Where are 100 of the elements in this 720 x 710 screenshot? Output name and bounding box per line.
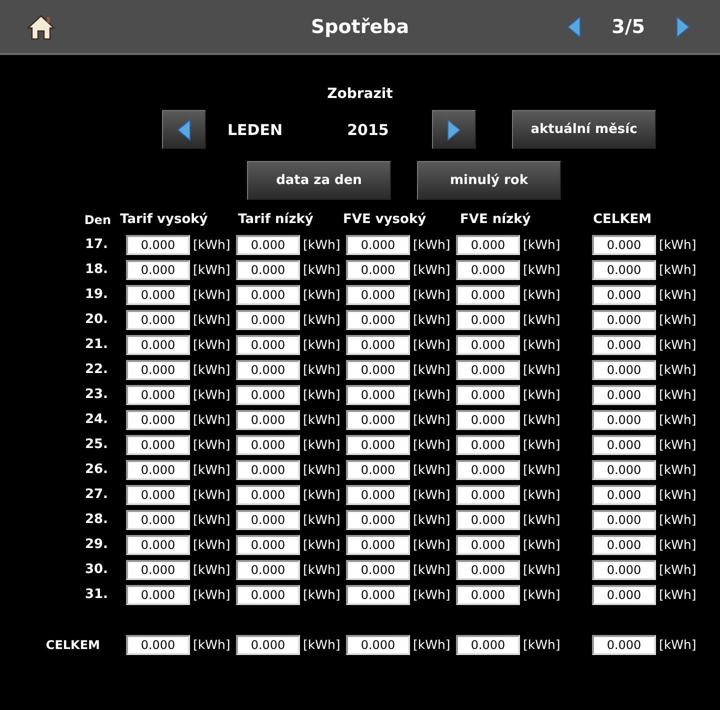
input-field[interactable]: 0.000 (456, 260, 520, 280)
input-field[interactable]: 0.000 (456, 284, 520, 304)
input-field[interactable]: 0.000 (456, 384, 520, 404)
input-field[interactable]: 0.000 (592, 234, 656, 254)
unit-label: [kWh] (658, 387, 698, 402)
last-year-button[interactable]: minulý rok (417, 161, 561, 200)
current-month-button[interactable]: aktuální měsíc (512, 110, 656, 149)
input-field[interactable]: 0.000 (236, 310, 300, 330)
input-field[interactable]: 0.000 (346, 260, 410, 280)
input-field[interactable]: 0.000 (346, 310, 410, 330)
input-field[interactable]: 0.000 (456, 310, 520, 330)
input-field[interactable]: 0.000 (592, 584, 656, 604)
input-field[interactable]: 0.000 (346, 484, 410, 504)
input-field[interactable]: 0.000 (126, 334, 190, 354)
input-field[interactable]: 0.000 (236, 510, 300, 530)
input-field[interactable]: 0.000 (592, 310, 656, 330)
input-field[interactable]: 0.000 (456, 534, 520, 554)
input-field[interactable]: 0.000 (236, 410, 300, 430)
unit-label: [kWh] (658, 262, 698, 277)
input-field[interactable]: 0.000 (346, 234, 410, 254)
input-field[interactable]: 0.000 (126, 484, 190, 504)
input-field[interactable]: 0.000 (456, 360, 520, 380)
input-field[interactable]: 0.000 (592, 334, 656, 354)
input-field[interactable]: 0.000 (346, 434, 410, 454)
input-field[interactable]: 0.000 (126, 310, 190, 330)
input-field[interactable]: 0.000 (126, 384, 190, 404)
unit-label: [kWh] (412, 437, 452, 452)
input-field[interactable]: 0.000 (236, 334, 300, 354)
input-field[interactable]: 0.000 (346, 460, 410, 480)
input-field[interactable]: 0.000 (346, 410, 410, 430)
input-field[interactable]: 0.000 (126, 510, 190, 530)
input-field[interactable]: 0.000 (126, 560, 190, 580)
input-field[interactable]: 0.000 (592, 384, 656, 404)
input-field[interactable]: 0.000 (126, 634, 190, 654)
input-field[interactable]: 0.000 (236, 384, 300, 404)
input-field[interactable]: 0.000 (592, 634, 656, 654)
input-field[interactable]: 0.000 (236, 284, 300, 304)
input-field[interactable]: 0.000 (592, 510, 656, 530)
input-field[interactable]: 0.000 (592, 360, 656, 380)
input-field[interactable]: 0.000 (236, 534, 300, 554)
input-field[interactable]: 0.000 (126, 410, 190, 430)
input-field[interactable]: 0.000 (236, 360, 300, 380)
daily-data-button[interactable]: data za den (247, 161, 391, 200)
previous-page-button[interactable] (566, 16, 581, 38)
input-field[interactable]: 0.000 (126, 534, 190, 554)
input-field[interactable]: 0.000 (456, 510, 520, 530)
input-field[interactable]: 0.000 (456, 634, 520, 654)
input-field[interactable]: 0.000 (456, 234, 520, 254)
input-field[interactable]: 0.000 (126, 284, 190, 304)
input-field[interactable]: 0.000 (592, 560, 656, 580)
input-field[interactable]: 0.000 (236, 234, 300, 254)
input-field[interactable]: 0.000 (346, 510, 410, 530)
input-field[interactable]: 0.000 (456, 334, 520, 354)
input-field[interactable]: 0.000 (236, 434, 300, 454)
input-field[interactable]: 0.000 (236, 560, 300, 580)
day-label: 21. (84, 337, 109, 352)
input-field[interactable]: 0.000 (126, 460, 190, 480)
home-button[interactable] (27, 14, 55, 40)
unit-label: [kWh] (302, 337, 342, 352)
input-field[interactable]: 0.000 (592, 434, 656, 454)
input-field[interactable]: 0.000 (456, 410, 520, 430)
input-field[interactable]: 0.000 (346, 634, 410, 654)
input-field[interactable]: 0.000 (236, 634, 300, 654)
input-field[interactable]: 0.000 (592, 260, 656, 280)
input-field[interactable]: 0.000 (346, 360, 410, 380)
input-field[interactable]: 0.000 (236, 260, 300, 280)
input-field[interactable]: 0.000 (346, 560, 410, 580)
input-field[interactable]: 0.000 (346, 534, 410, 554)
unit-label: [kWh] (522, 512, 562, 527)
page-counter: 3/5 (612, 16, 645, 38)
input-field[interactable]: 0.000 (592, 410, 656, 430)
input-field[interactable]: 0.000 (346, 584, 410, 604)
input-field[interactable]: 0.000 (236, 484, 300, 504)
unit-label: [kWh] (412, 287, 452, 302)
input-field[interactable]: 0.000 (456, 560, 520, 580)
previous-month-button[interactable] (162, 110, 206, 149)
unit-label: [kWh] (412, 512, 452, 527)
input-field[interactable]: 0.000 (456, 584, 520, 604)
next-page-button[interactable] (676, 16, 690, 38)
input-field[interactable]: 0.000 (592, 484, 656, 504)
input-field[interactable]: 0.000 (456, 434, 520, 454)
unit-label: [kWh] (658, 412, 698, 427)
input-field[interactable]: 0.000 (126, 260, 190, 280)
input-field[interactable]: 0.000 (592, 534, 656, 554)
input-field[interactable]: 0.000 (126, 584, 190, 604)
input-field[interactable]: 0.000 (236, 584, 300, 604)
input-field[interactable]: 0.000 (346, 384, 410, 404)
next-month-button[interactable] (432, 110, 476, 149)
unit-label: [kWh] (522, 337, 562, 352)
unit-label: [kWh] (192, 237, 232, 252)
input-field[interactable]: 0.000 (456, 484, 520, 504)
input-field[interactable]: 0.000 (592, 460, 656, 480)
input-field[interactable]: 0.000 (456, 460, 520, 480)
input-field[interactable]: 0.000 (346, 334, 410, 354)
input-field[interactable]: 0.000 (346, 284, 410, 304)
input-field[interactable]: 0.000 (592, 284, 656, 304)
input-field[interactable]: 0.000 (126, 434, 190, 454)
input-field[interactable]: 0.000 (126, 360, 190, 380)
input-field[interactable]: 0.000 (236, 460, 300, 480)
input-field[interactable]: 0.000 (126, 234, 190, 254)
